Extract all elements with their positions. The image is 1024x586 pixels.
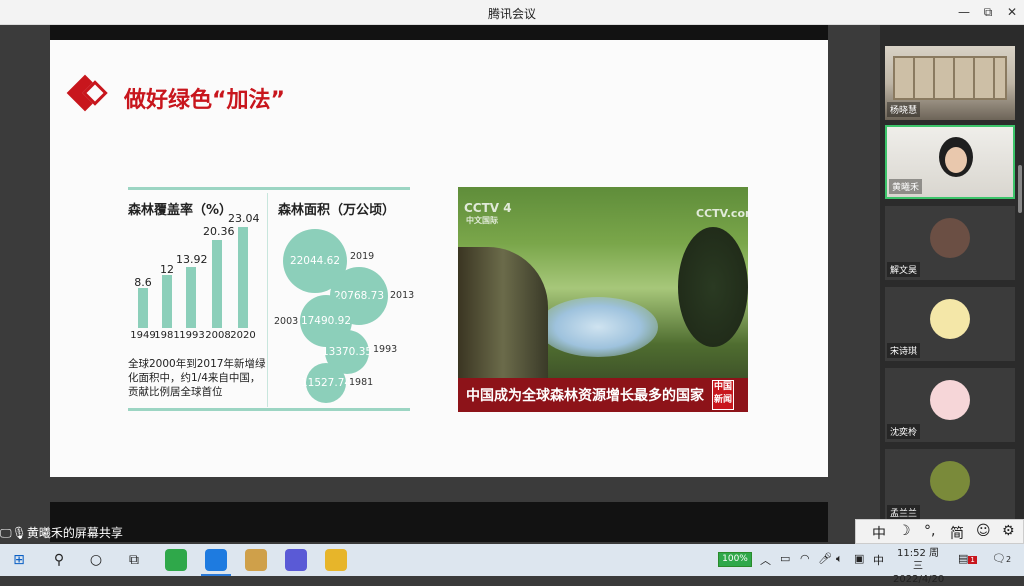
coverage-value: 23.04 bbox=[228, 212, 260, 225]
window-title-bar: 腾讯会议 — ⧉ ✕ bbox=[0, 0, 1024, 25]
participant-tile-6[interactable]: 孟兰兰 bbox=[885, 449, 1015, 523]
panel-scrollbar[interactable] bbox=[1018, 165, 1022, 213]
file-explorer-icon[interactable] bbox=[325, 549, 347, 571]
mic-icon: 🎙 bbox=[11, 526, 27, 540]
emoji-icon[interactable]: ☺ bbox=[976, 523, 991, 539]
photos-app-icon[interactable] bbox=[285, 549, 307, 571]
paint-app-icon[interactable] bbox=[245, 549, 267, 571]
restore-button[interactable]: ⧉ bbox=[976, 3, 1000, 21]
bookshelf-background bbox=[893, 56, 1007, 100]
simplified-toggle[interactable]: 简 bbox=[950, 523, 964, 543]
area-heading: 森林面积（万公顷） bbox=[278, 203, 396, 218]
clock-date: 2022/4/20 bbox=[893, 574, 945, 585]
volume-icon[interactable]: 🔈︎ bbox=[836, 552, 843, 566]
ime-toolbar: 中 ☽ °, 简 ☺ ⚙ bbox=[855, 519, 1024, 544]
close-button[interactable]: ✕ bbox=[1000, 3, 1024, 21]
coverage-value: 8.6 bbox=[134, 276, 152, 289]
taskbar: ⊞ ⚲ ○ ⧉ 100% ︿ ▭ ◠ 🎤︎ 🔈︎ ▣ 中 11:52 周三 20… bbox=[0, 544, 1024, 585]
participant-tile-3[interactable]: 解文昊 bbox=[885, 206, 1015, 280]
display-icon[interactable]: ▣ bbox=[854, 552, 864, 565]
app-badge-count: 1 bbox=[968, 556, 977, 564]
participant-avatar bbox=[930, 218, 970, 258]
forest-infographic: 森林覆盖率（%） 8.6 12 13.92 20.36 23.04 1949 1… bbox=[128, 187, 414, 411]
area-year: 2019 bbox=[350, 251, 375, 262]
network-icon[interactable]: ▭ bbox=[780, 552, 790, 565]
bottom-rule bbox=[128, 408, 410, 411]
coverage-bar bbox=[138, 288, 148, 328]
participant-tile-4[interactable]: 宋诗琪 bbox=[885, 287, 1015, 361]
coverage-bar bbox=[212, 240, 222, 328]
clock-time: 11:52 周三 bbox=[897, 548, 939, 572]
area-year: 2003 bbox=[274, 316, 299, 327]
top-rule bbox=[128, 187, 410, 190]
coverage-bar bbox=[186, 267, 196, 328]
participant-tile-2[interactable]: 黄曦禾 bbox=[885, 125, 1015, 199]
slide-title-text: 做好绿色“加法” bbox=[124, 88, 285, 113]
ime-lang-toggle[interactable]: 中 bbox=[872, 523, 886, 543]
tree-shadow bbox=[678, 227, 748, 347]
area-year: 2013 bbox=[390, 290, 415, 301]
participant-name: 孟兰兰 bbox=[887, 505, 921, 520]
cortana-icon[interactable]: ○ bbox=[87, 551, 105, 569]
coverage-value: 20.36 bbox=[203, 225, 235, 238]
participant-tile-1[interactable]: 杨晓慧 bbox=[885, 46, 1015, 120]
screen-share-status: 🖵🎙黄曦禾的屏幕共享 bbox=[0, 524, 123, 542]
search-icon[interactable]: ⚲ bbox=[50, 551, 68, 569]
moon-icon[interactable]: ☽ bbox=[898, 523, 911, 539]
participant-name: 解文昊 bbox=[887, 262, 921, 277]
windows-start-icon[interactable]: ⊞ bbox=[10, 551, 28, 569]
minimize-button[interactable]: — bbox=[952, 3, 976, 21]
news-caption-bar: 中国成为全球森林资源增长最多的国家 中国新闻 bbox=[458, 378, 748, 412]
share-status-text: 黄曦禾的屏幕共享 bbox=[26, 526, 123, 540]
microphone-icon[interactable]: 🎤︎ bbox=[818, 552, 832, 565]
system-clock[interactable]: 11:52 周三 2022/4/20 bbox=[893, 547, 945, 586]
participant-name: 沈奕柃 bbox=[887, 424, 921, 439]
sky-patch bbox=[538, 297, 658, 357]
coverage-note: 全球2000年到2017年新增绿化面积中，约1/4来自中国，贡献比例居全球首位 bbox=[128, 358, 266, 398]
coverage-year: 2020 bbox=[230, 330, 256, 341]
input-language-indicator[interactable]: 中 bbox=[873, 552, 884, 568]
cctv4-logo: CCTV 4 bbox=[464, 201, 512, 215]
screen-share-icon: 🖵 bbox=[0, 526, 12, 540]
participant-name: 杨晓慧 bbox=[887, 102, 921, 117]
chevron-up-icon[interactable]: ︿ bbox=[760, 552, 771, 568]
coverage-heading: 森林覆盖率（%） bbox=[128, 203, 233, 218]
battery-indicator[interactable]: 100% bbox=[718, 552, 752, 567]
task-view-icon[interactable]: ⧉ bbox=[125, 551, 143, 569]
cctv-com-logo: CCTV.com bbox=[696, 207, 748, 220]
notification-app-icon[interactable]: ▤ 1 bbox=[958, 552, 977, 565]
participant-panel: 杨晓慧 黄曦禾 解文昊 宋诗琪 沈奕柃 孟兰兰 bbox=[880, 25, 1024, 542]
share-letterbox-bottom bbox=[50, 502, 828, 542]
person-face bbox=[945, 147, 967, 173]
participant-name: 黄曦禾 bbox=[889, 179, 923, 194]
participant-avatar bbox=[930, 380, 970, 420]
participant-avatar bbox=[930, 461, 970, 501]
cctv4-sub-logo: 中文国际 bbox=[466, 216, 498, 225]
news-badge: 中国新闻 bbox=[712, 380, 734, 410]
news-video-frame[interactable]: CCTV 4 中文国际 CCTV.com 中国成为全球森林资源增长最多的国家 中… bbox=[458, 187, 748, 412]
browser-app-icon[interactable] bbox=[165, 549, 187, 571]
news-caption: 中国成为全球森林资源增长最多的国家 bbox=[466, 388, 704, 404]
participant-tile-5[interactable]: 沈奕柃 bbox=[885, 368, 1015, 442]
wifi-icon[interactable]: ◠ bbox=[800, 552, 810, 565]
area-year: 1993 bbox=[373, 344, 398, 355]
punctuation-toggle[interactable]: °, bbox=[924, 523, 935, 539]
coverage-value: 13.92 bbox=[176, 253, 208, 266]
notification-count: 2 bbox=[1005, 555, 1012, 564]
gear-icon[interactable]: ⚙ bbox=[1002, 523, 1015, 539]
area-bubble: 11527.74 bbox=[301, 363, 351, 403]
coverage-bar bbox=[238, 227, 248, 328]
action-center-icon[interactable]: 🗨︎2 bbox=[992, 552, 1011, 565]
participant-avatar bbox=[930, 299, 970, 339]
tencent-meeting-app-icon[interactable] bbox=[205, 549, 227, 571]
coverage-bar bbox=[162, 275, 172, 328]
participant-name: 宋诗琪 bbox=[887, 343, 921, 358]
area-year: 1981 bbox=[349, 377, 374, 388]
window-title: 腾讯会议 bbox=[487, 7, 536, 21]
